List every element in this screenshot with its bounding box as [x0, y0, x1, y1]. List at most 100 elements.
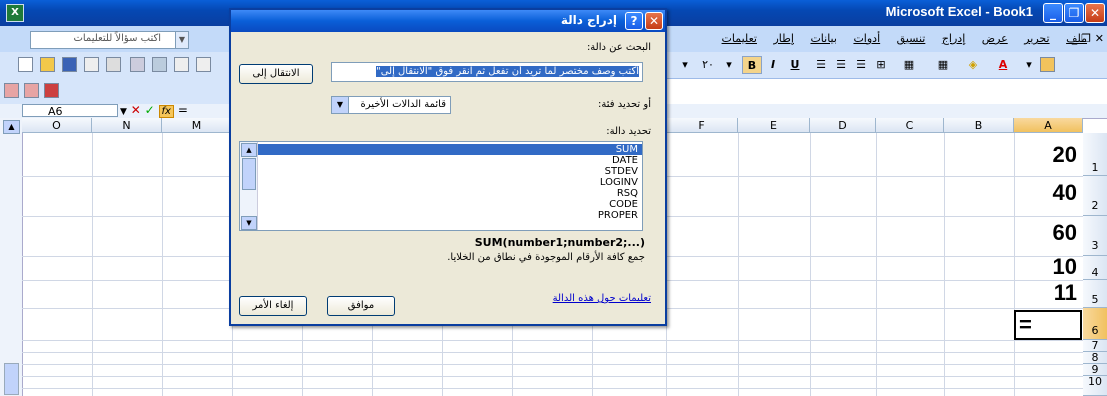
toolbar-options-icon[interactable]: ▾ — [1020, 56, 1038, 74]
menu-view[interactable]: عرض — [982, 32, 1008, 45]
menu-data[interactable]: بيانات — [810, 32, 837, 45]
menu-edit[interactable]: تحرير — [1024, 32, 1049, 45]
active-cell-a6[interactable]: = — [1014, 310, 1082, 340]
gridline — [162, 133, 163, 396]
menu-help[interactable]: تعليمات — [722, 32, 757, 45]
scroll-up-icon[interactable]: ▲ — [241, 143, 257, 157]
font-color-icon[interactable]: A — [994, 56, 1012, 74]
menu-format[interactable]: تنسيق — [897, 32, 926, 45]
scroll-up-icon[interactable]: ▲ — [3, 120, 20, 134]
menu-tools[interactable]: أدوات — [853, 32, 880, 45]
insert-function-icon[interactable]: fx — [158, 105, 174, 118]
function-item-stdev[interactable]: STDEV — [605, 166, 638, 177]
toolbar-extra-icon[interactable] — [1040, 57, 1055, 72]
function-item-code[interactable]: CODE — [609, 199, 638, 210]
align-right-icon[interactable]: ☰ — [812, 56, 830, 74]
search-function-label: البحث عن دالة: — [586, 42, 651, 53]
reply-icon[interactable] — [24, 83, 39, 98]
font-dropdown-icon[interactable]: ▾ — [720, 56, 738, 74]
column-header-d[interactable]: D — [810, 118, 876, 133]
search-function-input[interactable]: اكتب وصف مختصر لما تريد أن تفعل ثم انقر … — [331, 62, 643, 82]
name-box[interactable]: A6 — [22, 104, 118, 118]
help-icon[interactable]: ? — [625, 12, 643, 30]
align-center-icon[interactable]: ☰ — [832, 56, 850, 74]
function-help-link[interactable]: تعليمات حول هذه الدالة — [553, 293, 651, 304]
scroll-thumb[interactable] — [242, 158, 256, 190]
bold-button[interactable]: B — [742, 56, 762, 74]
chevron-down-icon[interactable]: ▼ — [120, 107, 127, 117]
print-preview-icon[interactable] — [130, 57, 145, 72]
function-item-date[interactable]: DATE — [612, 155, 638, 166]
chevron-down-icon[interactable]: ▼ — [175, 31, 189, 49]
row-header-4[interactable]: 4 — [1083, 256, 1107, 280]
function-item-sum[interactable]: SUM — [616, 144, 638, 155]
function-list-scrollbar[interactable]: ▲ ▼ — [240, 142, 258, 230]
cell-a2[interactable]: 40 — [1015, 180, 1077, 206]
print-icon[interactable] — [106, 57, 121, 72]
column-header-e[interactable]: E — [738, 118, 810, 133]
paste-icon[interactable] — [196, 57, 211, 72]
row-header-2[interactable]: 2 — [1083, 176, 1107, 216]
new-document-icon[interactable] — [18, 57, 33, 72]
menu-window[interactable]: إطار — [773, 32, 793, 45]
cell-a4[interactable]: 10 — [1015, 254, 1077, 280]
ask-question-placeholder: اكتب سؤالاً للتعليمات — [73, 33, 161, 44]
research-icon[interactable] — [152, 57, 167, 72]
align-left-icon[interactable]: ☰ — [852, 56, 870, 74]
scroll-thumb[interactable] — [4, 363, 19, 395]
menu-insert[interactable]: إدراج — [942, 32, 965, 45]
column-header-m[interactable]: M — [162, 118, 232, 133]
close-window-button[interactable]: ✕ — [1085, 3, 1105, 23]
copy-icon[interactable] — [174, 57, 189, 72]
scroll-down-icon[interactable]: ▼ — [241, 216, 257, 230]
underline-button[interactable]: U — [786, 56, 804, 74]
category-select[interactable]: ▼ قائمة الدالات الأخيرة — [331, 96, 451, 114]
menu-items: ملف تحرير عرض إدراج تنسيق أدوات بيانات إ… — [709, 32, 1087, 45]
column-header-b[interactable]: B — [944, 118, 1014, 133]
fill-color-icon[interactable]: ◈ — [964, 56, 982, 74]
row-header-6[interactable]: 6 — [1083, 308, 1107, 340]
cancel-button[interactable]: إلغاء الأمر — [239, 296, 307, 316]
permission-icon[interactable] — [84, 57, 99, 72]
ok-button[interactable]: موافق — [327, 296, 395, 316]
restore-button[interactable]: ❐ — [1064, 3, 1084, 23]
merge-center-icon[interactable]: ⊞ — [872, 56, 890, 74]
formula-content[interactable]: = — [178, 103, 188, 117]
minimize-button[interactable]: _ — [1043, 3, 1063, 23]
chevron-down-icon[interactable]: ▼ — [332, 97, 349, 113]
confirm-entry-icon[interactable]: ✓ — [145, 103, 155, 117]
save-icon[interactable] — [62, 57, 77, 72]
row-header-3[interactable]: 3 — [1083, 216, 1107, 256]
borders-icon[interactable]: ▦ — [934, 56, 952, 74]
gridline — [944, 133, 945, 396]
row-header-10[interactable]: 10 — [1083, 376, 1107, 396]
column-header-c[interactable]: C — [876, 118, 944, 133]
function-list[interactable]: ▲ ▼ SUM DATE STDEV LOGINV RSQ CODE PROPE… — [239, 141, 643, 231]
go-button[interactable]: الانتقال إلى — [239, 64, 313, 84]
function-item-rsq[interactable]: RSQ — [617, 188, 638, 199]
function-item-proper[interactable]: PROPER — [598, 210, 638, 221]
function-item-loginv[interactable]: LOGINV — [600, 177, 638, 188]
column-header-o[interactable]: O — [22, 118, 92, 133]
cell-a1[interactable]: 20 — [1015, 142, 1077, 168]
ask-question-input[interactable]: اكتب سؤالاً للتعليمات ▼ — [30, 31, 189, 49]
row-header-1[interactable]: 1 — [1083, 133, 1107, 176]
cancel-entry-icon[interactable]: ✕ — [131, 103, 141, 117]
cell-a5[interactable]: 11 — [1015, 280, 1077, 306]
column-header-a[interactable]: A — [1014, 118, 1083, 133]
font-size-dropdown-icon[interactable]: ▾ — [676, 56, 694, 74]
currency-style-icon[interactable]: ▦ — [900, 56, 918, 74]
open-folder-icon[interactable] — [40, 57, 55, 72]
cell-a3[interactable]: 60 — [1015, 220, 1077, 246]
column-header-f[interactable]: F — [666, 118, 738, 133]
close-icon[interactable]: ✕ — [645, 12, 663, 30]
select-function-label: تحديد دالة: — [606, 126, 651, 137]
end-review-icon[interactable] — [44, 83, 59, 98]
vertical-scrollbar[interactable]: ▲ — [0, 118, 23, 396]
font-size-value[interactable]: ۲۰ — [696, 56, 720, 74]
doc-window-controls[interactable]: _ ❐ ✕ — [1072, 32, 1104, 45]
reviewing-icon[interactable] — [4, 83, 19, 98]
column-header-n[interactable]: N — [92, 118, 162, 133]
row-header-5[interactable]: 5 — [1083, 280, 1107, 308]
italic-button[interactable]: I — [764, 56, 782, 74]
